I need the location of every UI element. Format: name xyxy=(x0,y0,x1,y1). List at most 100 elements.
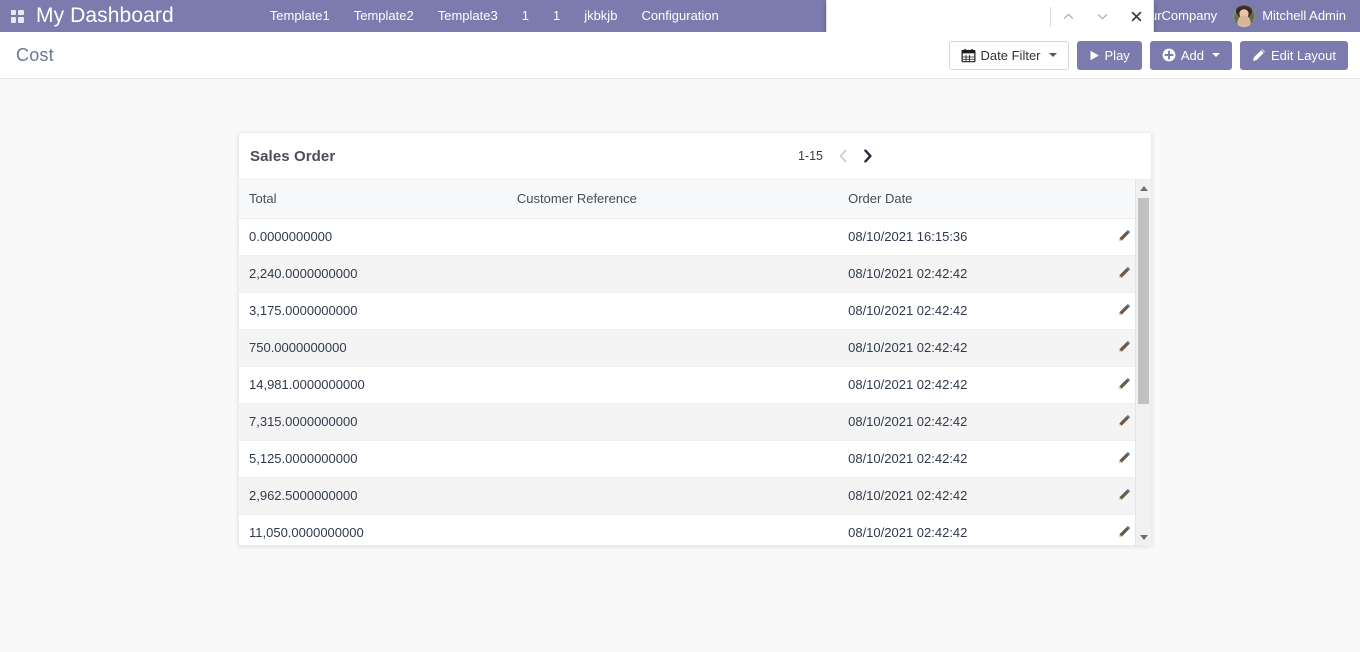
play-icon xyxy=(1090,50,1099,60)
menu-item-configuration[interactable]: Configuration xyxy=(629,0,730,32)
cell-customer-reference xyxy=(506,366,839,404)
cell-customer-reference xyxy=(506,403,839,441)
cell-customer-reference xyxy=(506,477,839,515)
apps-grid-icon xyxy=(10,9,24,23)
scroll-down-arrow-icon xyxy=(1139,534,1148,540)
scrollbar-thumb[interactable] xyxy=(1138,198,1149,405)
avatar xyxy=(1233,5,1256,27)
chevron-down-icon xyxy=(1048,53,1057,57)
scrollbar-down-button[interactable] xyxy=(1136,529,1151,545)
row-edit-button[interactable] xyxy=(1118,229,1131,242)
cell-total: 750.0000000000 xyxy=(239,329,507,367)
cell-customer-reference xyxy=(506,218,839,256)
row-edit-button[interactable] xyxy=(1118,266,1131,279)
date-filter-button[interactable]: Date Filter xyxy=(948,40,1069,70)
menu-item-1-a[interactable]: 1 xyxy=(510,0,541,32)
menu-item-1-b[interactable]: 1 xyxy=(541,0,572,32)
table-row[interactable]: 2,240.0000000000 08/10/2021 02:42:42 xyxy=(239,255,1151,293)
cell-order-date: 08/10/2021 02:42:42 xyxy=(838,255,1084,293)
card-header: Sales Order 1-15 xyxy=(239,133,1151,180)
cell-order-date: 08/10/2021 02:42:42 xyxy=(838,329,1084,367)
cell-order-date: 08/10/2021 02:42:42 xyxy=(838,477,1084,515)
chevron-left-icon xyxy=(839,149,847,163)
cell-total: 5,125.0000000000 xyxy=(239,440,507,478)
column-header-order-date[interactable]: Order Date xyxy=(838,180,1084,219)
apps-menu-button[interactable] xyxy=(0,0,34,32)
close-icon xyxy=(1131,11,1141,22)
play-button[interactable]: Play xyxy=(1076,40,1142,70)
cell-total: 0.0000000000 xyxy=(239,218,507,256)
user-menu[interactable]: Mitchell Admin xyxy=(1227,0,1350,32)
pager-range-label: 1-15 xyxy=(797,149,823,163)
table-head: Total Customer Reference Order Date xyxy=(239,180,1151,219)
pencil-icon xyxy=(1118,266,1131,278)
chevron-up-icon xyxy=(1063,13,1073,19)
pencil-icon xyxy=(1118,229,1131,241)
pencil-icon xyxy=(1253,49,1265,61)
scrollbar-up-button[interactable] xyxy=(1136,180,1151,196)
brand-title[interactable]: My Dashboard xyxy=(34,0,178,32)
sales-order-card: Sales Order 1-15 Total Customer Referenc… xyxy=(238,132,1152,546)
table-scrollbar[interactable] xyxy=(1135,180,1151,545)
cell-customer-reference xyxy=(506,329,839,367)
navbar-right-section: ourCompany Mitchell Admin xyxy=(1133,0,1360,32)
table-row[interactable]: 11,050.0000000000 08/10/2021 02:42:42 xyxy=(239,514,1151,545)
table-row[interactable]: 3,175.0000000000 08/10/2021 02:42:42 xyxy=(239,292,1151,330)
row-edit-button[interactable] xyxy=(1118,303,1131,316)
scrollbar-track[interactable] xyxy=(1136,196,1151,529)
cell-customer-reference xyxy=(506,514,839,545)
main-menu: Template1 Template2 Template3 1 1 jkbkjb… xyxy=(258,0,731,32)
edit-layout-label: Edit Layout xyxy=(1270,47,1336,63)
pager: 1-15 xyxy=(798,145,1133,167)
pager-next-button[interactable] xyxy=(856,145,878,167)
table-row[interactable]: 750.0000000000 08/10/2021 02:42:42 xyxy=(239,329,1151,367)
find-next-button[interactable] xyxy=(1085,0,1119,32)
pencil-icon xyxy=(1118,414,1131,426)
cell-customer-reference xyxy=(506,292,839,330)
table-row[interactable]: 7,315.0000000000 08/10/2021 02:42:42 xyxy=(239,403,1151,441)
row-edit-button[interactable] xyxy=(1118,488,1131,501)
row-edit-button[interactable] xyxy=(1118,525,1131,538)
menu-item-template1[interactable]: Template1 xyxy=(258,0,342,32)
cell-total: 7,315.0000000000 xyxy=(239,403,507,441)
cell-order-date: 08/10/2021 02:42:42 xyxy=(838,403,1084,441)
chevron-down-icon xyxy=(1097,14,1107,20)
control-panel: Cost Date Filter Play Add Edit Layout xyxy=(0,32,1360,79)
row-edit-button[interactable] xyxy=(1118,377,1131,390)
table-header-row: Total Customer Reference Order Date xyxy=(239,180,1151,219)
cell-customer-reference xyxy=(506,440,839,478)
pencil-icon xyxy=(1118,451,1131,463)
row-edit-button[interactable] xyxy=(1118,340,1131,353)
row-edit-button[interactable] xyxy=(1118,451,1131,464)
menu-item-template2[interactable]: Template2 xyxy=(342,0,426,32)
column-header-total[interactable]: Total xyxy=(239,180,507,219)
menu-item-jkbkjb[interactable]: jkbkjb xyxy=(572,0,629,32)
table-row[interactable]: 14,981.0000000000 08/10/2021 02:42:42 xyxy=(239,366,1151,404)
play-label: Play xyxy=(1104,47,1130,63)
cell-order-date: 08/10/2021 02:42:42 xyxy=(838,514,1084,545)
cell-order-date: 08/10/2021 02:42:42 xyxy=(838,366,1084,404)
find-previous-button[interactable] xyxy=(1051,0,1085,32)
cell-total: 2,962.5000000000 xyxy=(239,477,507,515)
plus-circle-icon xyxy=(1162,48,1176,62)
dashboard-body: Sales Order 1-15 Total Customer Referenc… xyxy=(0,79,1360,652)
table-row[interactable]: 5,125.0000000000 08/10/2021 02:42:42 xyxy=(239,440,1151,478)
calendar-icon xyxy=(961,48,976,62)
menu-item-template3[interactable]: Template3 xyxy=(426,0,510,32)
table-row[interactable]: 0.0000000000 08/10/2021 16:15:36 xyxy=(239,218,1151,256)
find-close-button[interactable] xyxy=(1119,0,1153,32)
table-body: 0.0000000000 08/10/2021 16:15:36 2,240.0… xyxy=(239,218,1151,545)
date-filter-label: Date Filter xyxy=(980,47,1041,63)
chevron-right-icon xyxy=(863,149,872,163)
table-row[interactable]: 2,962.5000000000 08/10/2021 02:42:42 xyxy=(239,477,1151,515)
add-button[interactable]: Add xyxy=(1149,40,1232,70)
find-input[interactable] xyxy=(827,0,1050,32)
cell-order-date: 08/10/2021 02:42:42 xyxy=(838,292,1084,330)
row-edit-button[interactable] xyxy=(1118,414,1131,427)
edit-layout-button[interactable]: Edit Layout xyxy=(1239,40,1348,70)
scroll-up-arrow-icon xyxy=(1139,185,1148,191)
pager-previous-button[interactable] xyxy=(832,145,854,167)
cell-total: 3,175.0000000000 xyxy=(239,292,507,330)
column-header-customer-reference[interactable]: Customer Reference xyxy=(506,180,839,219)
cell-total: 2,240.0000000000 xyxy=(239,255,507,293)
